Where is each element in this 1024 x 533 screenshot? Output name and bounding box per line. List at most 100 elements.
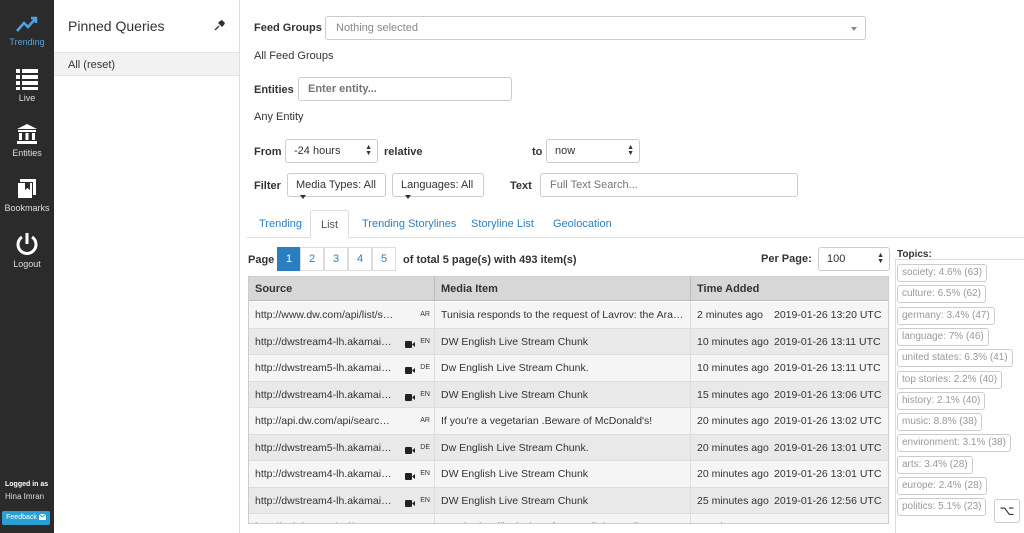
tab-geolocation[interactable]: Geolocation [543,210,622,238]
source-url: http://dwstream4-lh.akamaihd.... [255,335,405,348]
source-url: http://dwstream5-lh.akamaihd.... [255,362,405,374]
column-header-source[interactable]: Source [249,277,435,301]
nav-item-entities[interactable]: Entities [0,123,54,158]
to-select[interactable]: now ▲ ▼ [546,139,640,163]
spinner-arrows-icon: ▲ ▼ [627,144,634,157]
relative-label: relative [384,146,423,158]
page-button-4[interactable]: 4 [348,247,372,271]
table-row[interactable]: http://dwstream4-lh.akamaihd.... EN DW Eng… [249,461,888,488]
option-key-button[interactable]: ⌥ [994,499,1020,523]
feedback-label: Feedback [6,514,37,521]
table-row[interactable]: http://dwstream5-lh.akamaihd.... DE Dw Eng… [249,355,888,382]
source-cell: http://dwstream4-lh.akamaihd.... EN [249,381,435,408]
page-label: Page [248,254,275,266]
media-item-cell[interactable]: If you're a vegetarian .Beware of McDona… [435,408,691,434]
source-cell: http://api.dw.com/api/search/g... [249,514,435,523]
trending-chart-icon [16,16,38,32]
feed-groups-label: Feed Groups [254,22,322,34]
language-code: AR [420,417,430,424]
topic-tag[interactable]: arts: 3.4% (28) [897,455,973,474]
media-item-cell[interactable]: DW English Live Stream Chunk [435,461,691,487]
media-item-cell[interactable]: Dw English Live Stream Chunk. [435,434,691,461]
topic-tag[interactable]: music: 8.8% (38) [897,413,983,432]
time-added-cell: 10 minutes ago 2019-01-26 13:11 UTC [691,355,888,381]
timestamp: 2019-01-26 13:11 UTC [774,362,881,374]
source-cell: http://dwstream4-lh.akamaihd.... EN [249,328,435,355]
tab-list[interactable]: List [310,210,350,238]
topic-tag[interactable]: environment: 3.1% (38) [897,434,1011,453]
to-value: now [555,145,576,157]
tab-trending-storylines[interactable]: Trending Storylines [352,210,466,238]
feed-groups-summary: All Feed Groups [254,50,334,62]
topic-tag[interactable]: europe: 2.4% (28) [897,477,988,495]
full-text-search-input[interactable] [540,173,798,197]
page-button-5[interactable]: 5 [372,247,396,271]
pin-icon[interactable] [214,19,226,31]
pinned-queries-title: Pinned Queries [68,18,165,34]
main-content: Feed Groups Nothing selected All Feed Gr… [241,0,1024,533]
table-row[interactable]: http://dwstream4-lh.akamaihd.... EN DW Eng… [249,328,888,355]
timestamp: 2019-01-26 13:11 UTC [774,335,881,348]
entities-input[interactable] [298,77,512,101]
page-button-1[interactable]: 1 [277,247,301,271]
page-button-2[interactable]: 2 [300,247,324,271]
nav-label: Entities [12,148,42,158]
source-cell: http://dwstream5-lh.akamaihd.... DE [249,355,435,381]
page-button-3[interactable]: 3 [324,247,348,271]
table-header: Source Media Item Time Added [249,277,888,301]
video-camera-icon [405,498,415,510]
table-row[interactable]: http://dwstream4-lh.akamaihd.... EN DW Eng… [249,487,888,514]
table-row[interactable]: http://dwstream5-lh.akamaihd.... DE Dw Eng… [249,434,888,461]
per-page-select[interactable]: 100 ▲ ▼ [818,247,890,271]
nav-item-bookmarks[interactable]: Bookmarks [0,178,54,213]
media-types-label: Media Types: All [296,179,376,191]
source-url: http://api.dw.com/api/search/g... [255,521,403,523]
topic-tag[interactable]: top stories: 2.2% (40) [897,370,1003,389]
language-code: EN [420,496,430,504]
view-tabs: Trending List Trending Storylines Storyl… [247,210,1024,238]
media-item-cell[interactable]: DW English Live Stream Chunk [435,487,691,514]
user-name: Hina Imran [5,492,45,501]
time-added-cell: 28 minutes ago 2019-01-26 12:54 UTC [691,514,888,523]
table-row[interactable]: http://www.dw.com/api/list/str... AR Tunis… [249,302,888,329]
pinned-queries-panel: Pinned Queries All (reset) [54,0,240,533]
column-header-media-item[interactable]: Media Item [435,277,691,301]
media-item-cell[interactable]: Hundreds still missing after Brazil dam … [435,514,691,523]
pinned-query-reset[interactable]: All (reset) [54,52,239,76]
topic-tag[interactable]: history: 2.1% (40) [897,391,986,410]
languages-label: Languages: All [401,179,474,191]
time-added-cell: 25 minutes ago 2019-01-26 12:56 UTC [691,488,888,514]
feedback-button[interactable]: Feedback [2,511,50,525]
nav-item-logout[interactable]: Logout [0,232,54,269]
time-ago: 15 minutes ago [697,388,769,401]
feed-groups-select[interactable]: Nothing selected [325,16,866,40]
languages-dropdown[interactable]: Languages: All [392,173,484,200]
topic-tag[interactable]: united states: 6.3% (41) [897,349,1013,368]
nav-item-live[interactable]: Live [0,68,54,103]
nav-item-trending[interactable]: Trending [0,14,54,47]
tab-trending[interactable]: Trending [249,210,312,238]
topic-tag[interactable]: society: 4.6% (63) [897,264,988,282]
envelope-icon [38,513,47,521]
topic-tag[interactable]: language: 7% (46) [897,327,989,346]
media-item-cell[interactable]: Tunisia responds to the request of Lavro… [435,302,691,328]
topic-tag[interactable]: germany: 3.4% (47) [897,306,995,325]
power-icon [16,233,38,255]
time-ago: 25 minutes ago [697,494,769,507]
text-label: Text [510,180,532,192]
media-item-cell[interactable]: Dw English Live Stream Chunk. [435,355,691,381]
table-row[interactable]: http://api.dw.com/api/search/g... Hundred… [249,514,888,523]
table-row[interactable]: http://dwstream4-lh.akamaihd.... EN DW Eng… [249,381,888,408]
media-item-cell[interactable]: DW English Live Stream Chunk [435,328,691,355]
media-item-cell[interactable]: DW English Live Stream Chunk [435,381,691,408]
topic-tag[interactable]: politics: 5.1% (23) [897,498,987,517]
topic-tag[interactable]: culture: 6.5% (62) [897,285,986,304]
column-header-time-added[interactable]: Time Added [691,277,888,301]
list-icon [16,69,38,90]
time-ago: 10 minutes ago [697,335,769,348]
table-row[interactable]: http://api.dw.com/api/search/g... AR If yo… [249,408,888,435]
tab-storyline-list[interactable]: Storyline List [461,210,544,238]
from-select[interactable]: -24 hours ▲ ▼ [285,139,378,163]
media-types-dropdown[interactable]: Media Types: All [287,173,386,200]
entities-label: Entities [254,84,294,96]
